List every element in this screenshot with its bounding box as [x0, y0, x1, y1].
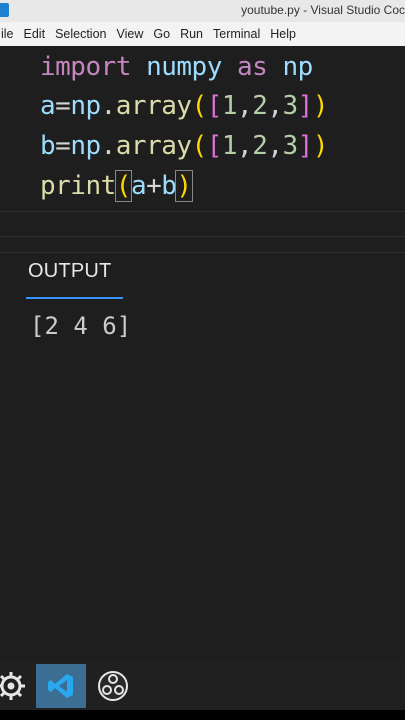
code-editor[interactable]: import numpy as np a=np.array([1,2,3]) b… [0, 46, 405, 253]
number: 1 [221, 131, 238, 161]
variable: b [161, 171, 177, 201]
menu-help[interactable]: Help [265, 27, 301, 41]
keyword-as: as [237, 52, 268, 82]
bracket: ) [312, 131, 329, 161]
tab-output[interactable]: OUTPUT [28, 260, 111, 283]
module-alias: np [282, 52, 313, 82]
menu-go[interactable]: Go [148, 27, 175, 41]
operator: . [100, 91, 117, 121]
number: 2 [252, 91, 268, 121]
obs-icon [98, 671, 128, 701]
comma: , [237, 91, 253, 121]
vscode-app-icon [0, 3, 9, 17]
code-line-3[interactable]: b=np.array([1,2,3]) [40, 131, 328, 161]
code-line-2[interactable]: a=np.array([1,2,3]) [40, 91, 328, 121]
taskbar-vscode[interactable] [36, 664, 86, 708]
screen-bottom-edge [0, 710, 405, 720]
window-titlebar: youtube.py - Visual Studio Coc [0, 0, 405, 22]
taskbar-settings[interactable] [0, 664, 34, 708]
function-name: array [115, 131, 192, 161]
comma: , [267, 131, 283, 161]
current-line-highlight [0, 211, 405, 253]
keyword-import: import [40, 52, 131, 82]
menu-selection[interactable]: Selection [50, 27, 111, 41]
operator: . [100, 131, 117, 161]
comma: , [267, 91, 283, 121]
menu-file[interactable]: ile [0, 27, 19, 41]
taskbar [0, 660, 405, 710]
menu-edit[interactable]: Edit [19, 27, 51, 41]
bracket: ( [191, 91, 208, 121]
number: 3 [282, 91, 299, 121]
menu-run[interactable]: Run [175, 27, 208, 41]
bracket: ) [312, 91, 329, 121]
bracket: ] [297, 131, 314, 161]
module-name: numpy [146, 52, 222, 82]
bracket: ) [175, 170, 193, 202]
comma: , [237, 131, 253, 161]
menu-terminal[interactable]: Terminal [208, 27, 265, 41]
identifier: np [70, 131, 101, 161]
identifier: np [70, 91, 101, 121]
operator: = [55, 131, 71, 161]
bracket: ( [114, 170, 132, 202]
code-line-4[interactable]: print(a+b) [40, 170, 193, 202]
active-tab-indicator [26, 297, 123, 299]
function-name: array [115, 91, 192, 121]
function-name: print [40, 171, 116, 201]
variable: a [130, 171, 147, 201]
variable: a [40, 91, 56, 121]
panel-divider [0, 236, 405, 237]
settings-gear-icon [0, 672, 25, 700]
operator: = [55, 91, 71, 121]
number: 2 [252, 131, 268, 161]
menu-view[interactable]: View [112, 27, 149, 41]
number: 1 [221, 91, 238, 121]
bracket: ( [191, 131, 208, 161]
bracket: [ [206, 91, 223, 121]
window-title: youtube.py - Visual Studio Coc [241, 3, 405, 17]
menu-bar: ile Edit Selection View Go Run Terminal … [0, 22, 405, 46]
number: 3 [282, 131, 299, 161]
bracket: [ [206, 131, 223, 161]
taskbar-obs[interactable] [90, 664, 136, 708]
output-content: [2 4 6] [30, 312, 132, 340]
operator: + [146, 171, 162, 201]
bracket: ] [297, 91, 314, 121]
variable: b [40, 131, 56, 161]
vscode-icon [48, 674, 73, 698]
code-line-1[interactable]: import numpy as np [40, 52, 313, 82]
